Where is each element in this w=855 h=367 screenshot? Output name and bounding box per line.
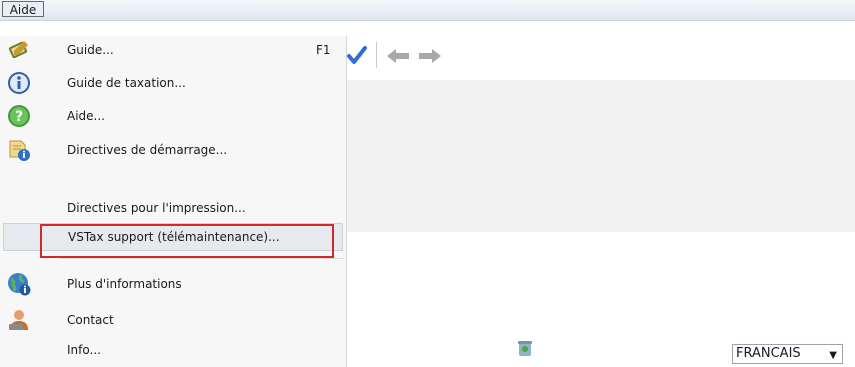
- menu-item-info[interactable]: Info...: [0, 336, 346, 364]
- menu-aide-label: Aide: [9, 3, 37, 17]
- language-select[interactable]: FRANCAIS ▼: [732, 344, 843, 364]
- info-icon: [8, 72, 30, 94]
- menu-item-label: Guide...: [67, 43, 114, 57]
- book-pen-icon: [8, 41, 28, 59]
- toolbar-divider: [376, 42, 377, 68]
- menu-item-label: Contact: [67, 313, 114, 327]
- menu-item-guide-taxation[interactable]: Guide de taxation...: [0, 69, 346, 97]
- menu-item-directives-demarrage[interactable]: Directives de démarrage...: [0, 136, 346, 164]
- menu-item-label: Plus d'informations: [67, 277, 182, 291]
- help-icon: ?: [8, 105, 30, 127]
- menu-item-label: Guide de taxation...: [67, 76, 186, 90]
- menu-item-shortcut: F1: [316, 43, 331, 57]
- menu-separator: [60, 258, 344, 259]
- menu-item-label: VSTax support (télémaintenance)...: [68, 230, 280, 244]
- forward-arrow-icon[interactable]: [418, 48, 442, 64]
- globe-info-icon: [8, 273, 31, 296]
- aide-dropdown-menu: Guide... F1 Guide de taxation... ? Aide.…: [0, 36, 347, 367]
- doc-info-icon: [9, 140, 30, 161]
- svg-text:?: ?: [15, 109, 23, 125]
- chevron-down-icon: ▼: [829, 350, 837, 361]
- back-arrow-icon[interactable]: [386, 48, 410, 64]
- contact-icon: [9, 310, 28, 330]
- check-icon[interactable]: [346, 44, 368, 66]
- menu-item-guide[interactable]: Guide... F1: [0, 36, 346, 64]
- recycle-bin-icon[interactable]: [517, 339, 533, 357]
- menu-item-plus-informations[interactable]: Plus d'informations: [0, 270, 346, 298]
- menu-item-vstax-support[interactable]: VSTax support (télémaintenance)...: [3, 223, 343, 251]
- menu-aide[interactable]: Aide: [2, 1, 44, 17]
- content-area: [346, 80, 855, 232]
- toolbar: [346, 36, 855, 80]
- menu-item-label: Directives pour l'impression...: [67, 201, 246, 215]
- menu-item-label: Info...: [67, 343, 101, 357]
- menu-item-label: Aide...: [67, 109, 105, 123]
- menu-item-contact[interactable]: Contact: [0, 306, 346, 334]
- menu-bar: Aide: [0, 0, 855, 21]
- language-select-value: FRANCAIS: [736, 346, 801, 361]
- menu-item-aide[interactable]: ? Aide...: [0, 102, 346, 130]
- menu-item-label: Directives de démarrage...: [67, 143, 228, 157]
- menu-item-directives-impression[interactable]: Directives pour l'impression...: [0, 197, 346, 225]
